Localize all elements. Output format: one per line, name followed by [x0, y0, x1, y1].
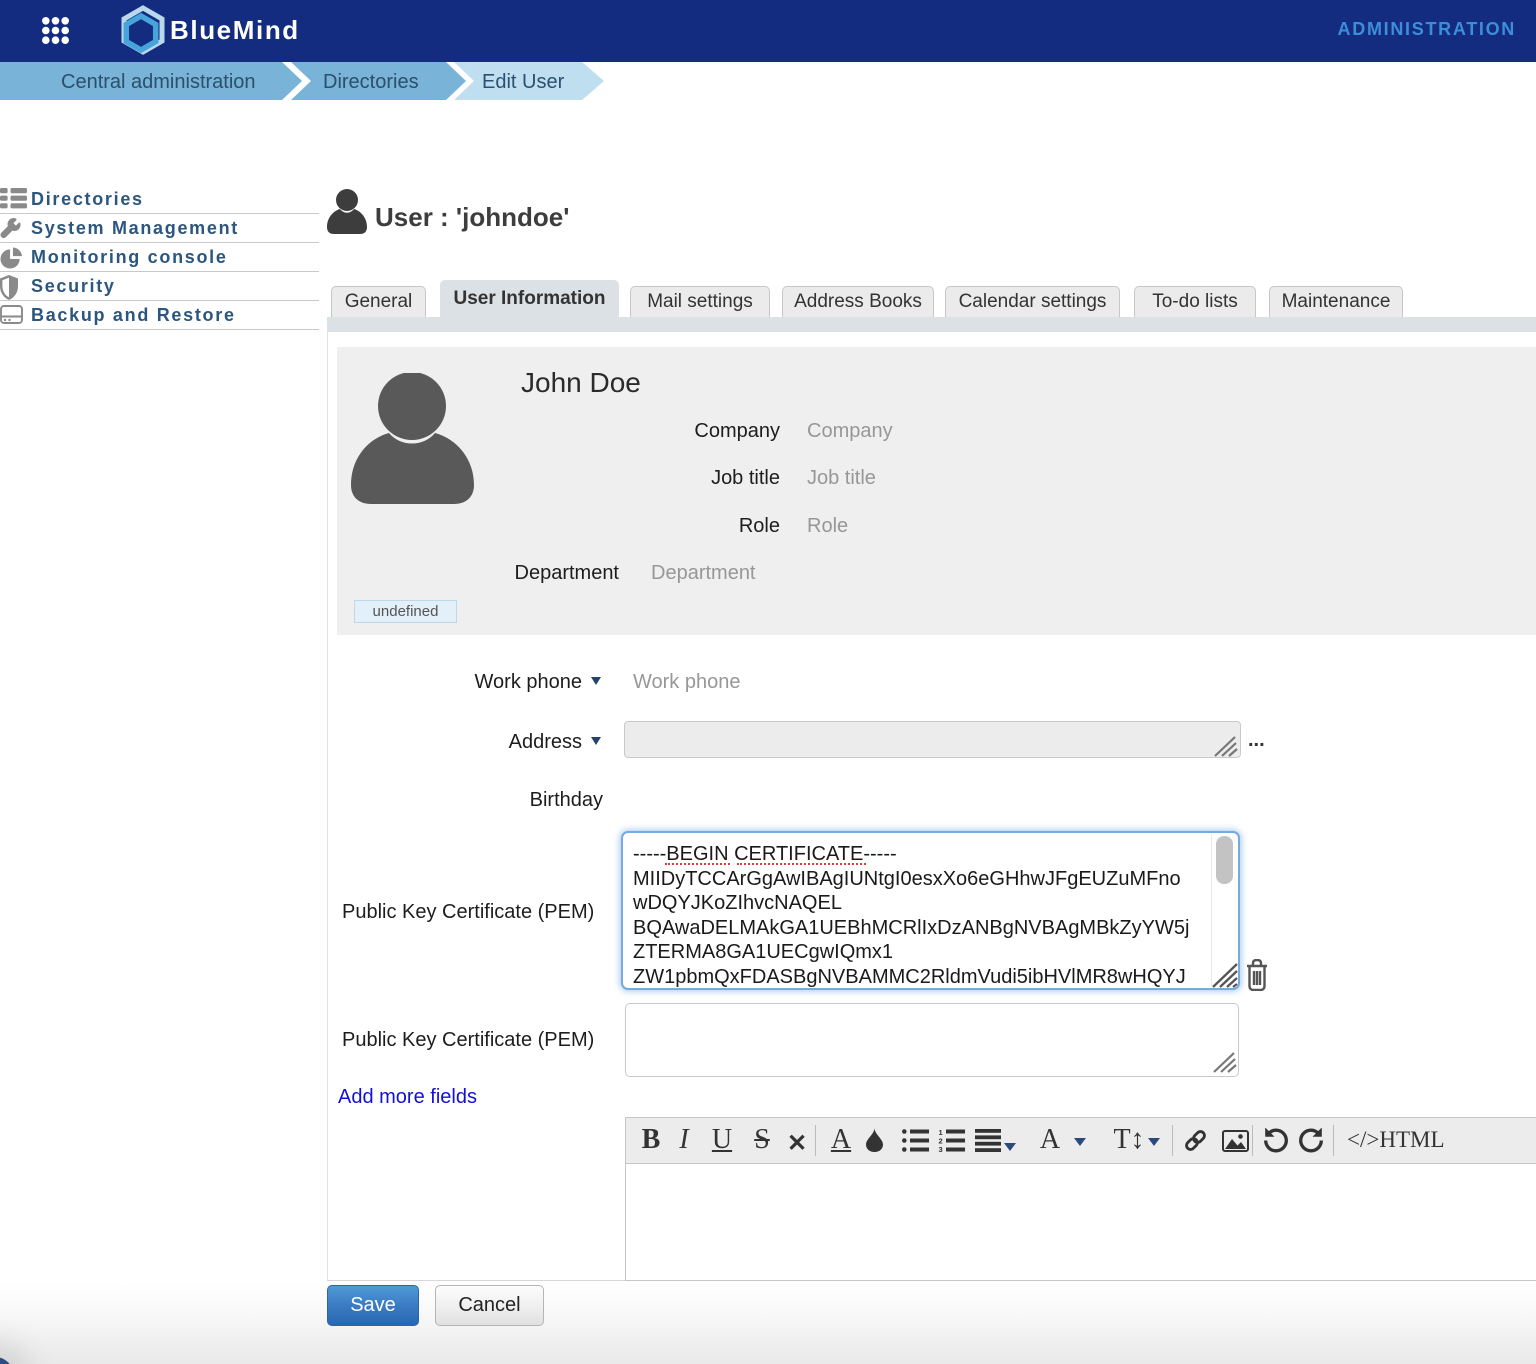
svg-text:3: 3: [939, 1145, 943, 1152]
